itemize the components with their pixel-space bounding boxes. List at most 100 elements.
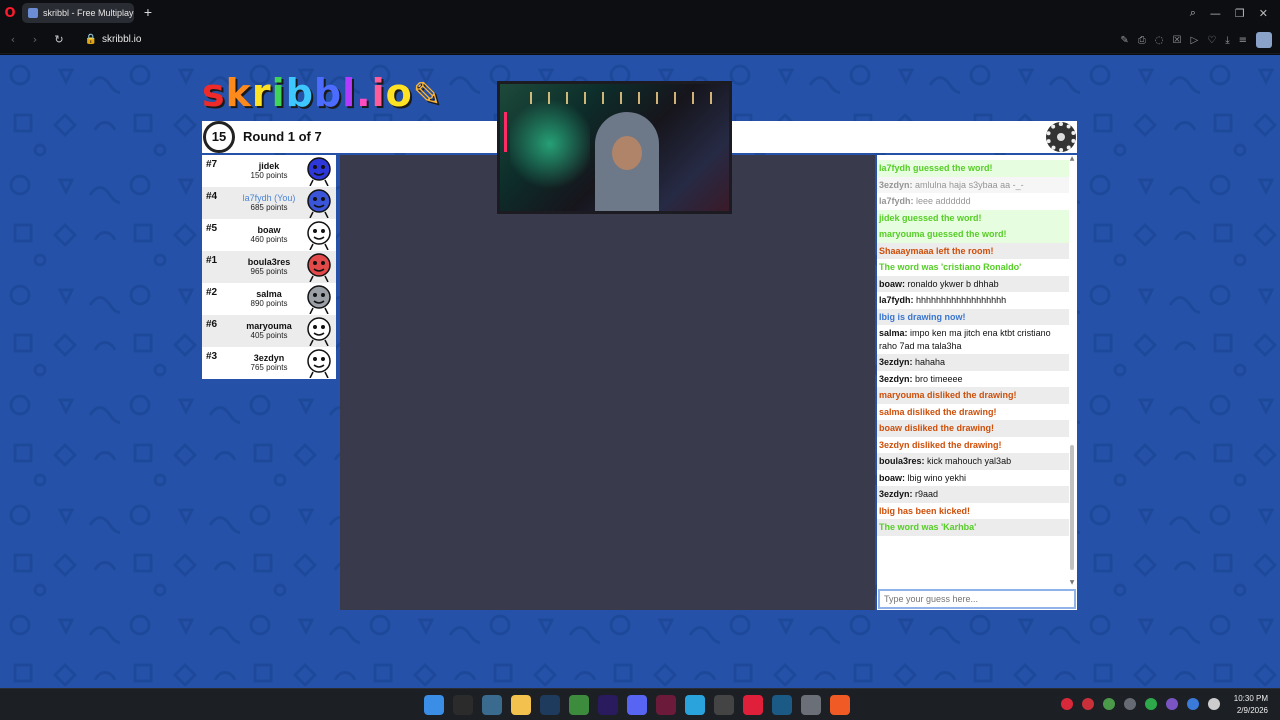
player-info: boula3res 965 points: [232, 257, 306, 276]
gear-icon[interactable]: [1046, 122, 1076, 152]
webcam-green-light: [510, 94, 590, 194]
file-explorer-icon[interactable]: [511, 695, 531, 715]
player-points: 965 points: [250, 267, 288, 276]
player-row[interactable]: #6 maryouma 405 points: [202, 315, 336, 347]
browser-tab[interactable]: skribbl - Free Multiplayer: [22, 3, 134, 23]
skribbl-favicon-icon: [28, 8, 38, 18]
premiere-icon[interactable]: [598, 695, 618, 715]
chat-text: lbig wino yekhi: [907, 472, 967, 483]
player-info: boaw 460 points: [232, 225, 306, 244]
opera-gx-icon[interactable]: [743, 695, 763, 715]
new-tab-button[interactable]: +: [140, 5, 156, 21]
taskbar-apps: [424, 695, 850, 715]
adblock-icon[interactable]: ☒: [1173, 35, 1182, 46]
scroll-thumb[interactable]: [1070, 445, 1074, 570]
player-rank: #5: [206, 223, 218, 234]
snapshot-icon[interactable]: ⎙: [1138, 35, 1146, 46]
webcam-pink-light: [504, 112, 507, 152]
chat-username: 3ezdyn:: [879, 179, 913, 190]
player-points: 890 points: [250, 299, 288, 308]
logo-letter: .: [356, 71, 372, 115]
maximize-icon[interactable]: ❐: [1235, 7, 1245, 20]
chat-text: maryouma guessed the word!: [879, 229, 1007, 239]
player-avatar: [307, 157, 331, 186]
obs-icon[interactable]: [714, 695, 734, 715]
browser-tab-bar: O skribbl - Free Multiplayer + ⌕ — ❐ ✕: [0, 0, 1280, 26]
guess-input[interactable]: [878, 589, 1076, 609]
taskbar-clock[interactable]: 10:30 PM 2/9/2026: [1234, 693, 1268, 717]
logo-letter: l: [342, 71, 357, 115]
opera-logo-icon[interactable]: O: [0, 0, 20, 26]
player-row[interactable]: #1 boula3res 965 points: [202, 251, 336, 283]
scroll-up-icon[interactable]: ▲: [1069, 155, 1075, 163]
windows-taskbar: 10:30 PM 2/9/2026: [0, 688, 1280, 720]
chat-text: hhhhhhhhhhhhhhhhhh: [916, 295, 1007, 305]
chat-message: maryouma guessed the word!: [877, 226, 1069, 243]
back-arrow-icon[interactable]: ‹: [2, 33, 24, 46]
vegas-icon[interactable]: [656, 695, 676, 715]
tray-icon[interactable]: [1124, 698, 1136, 710]
shield-icon[interactable]: ◌: [1155, 35, 1164, 46]
player-row[interactable]: #4 la7fydh (You) 685 points: [202, 187, 336, 219]
logo-letter: k: [225, 71, 252, 115]
player-points: 460 points: [250, 235, 288, 244]
player-rank: #7: [206, 159, 218, 170]
drawing-canvas[interactable]: [340, 155, 875, 610]
chat-message: boula3res: kick mahouch yal3ab: [877, 453, 1069, 470]
player-info: maryouma 405 points: [232, 321, 306, 340]
player-points: 765 points: [250, 363, 288, 372]
chat-message: boaw: ronaldo ykwer b dhhab: [877, 275, 1069, 292]
chat-message: 3ezdyn: r9aad: [877, 486, 1069, 503]
chat-message: salma disliked the drawing!: [877, 404, 1069, 421]
tray-icon[interactable]: [1103, 698, 1115, 710]
pencil-icon: ✎: [412, 75, 443, 115]
chat-message: salma: impo ken ma jitch ena ktbt cristi…: [877, 325, 1069, 354]
system-tray: [1061, 698, 1220, 710]
menu-icon[interactable]: ≡: [1239, 35, 1247, 46]
brave-icon[interactable]: [830, 695, 850, 715]
player-row[interactable]: #7 jidek 150 points: [202, 155, 336, 187]
minimize-icon[interactable]: —: [1210, 7, 1221, 20]
search-icon[interactable]: ⌕: [1190, 6, 1196, 20]
epic-games-icon[interactable]: [453, 695, 473, 715]
telegram-icon[interactable]: [685, 695, 705, 715]
tray-icon[interactable]: [1061, 698, 1073, 710]
chat-text: maryouma disliked the drawing!: [879, 390, 1017, 400]
chat-text: salma disliked the drawing!: [879, 406, 997, 417]
player-rank: #6: [206, 319, 218, 330]
download-icon[interactable]: ⤓: [1225, 35, 1229, 46]
steam-icon[interactable]: [772, 695, 792, 715]
player-name: maryouma: [246, 321, 292, 331]
chat-text: amlulna haja s3ybaa aa -_-: [915, 179, 1024, 190]
snipping-tool-icon[interactable]: [482, 695, 502, 715]
close-icon[interactable]: ✕: [1259, 7, 1268, 20]
forward-arrow-icon[interactable]: ›: [24, 33, 46, 46]
tray-icon[interactable]: [1208, 698, 1220, 710]
chat-scrollbar[interactable]: ▲ ▼: [1069, 155, 1075, 587]
edit-icon[interactable]: ✎: [1120, 35, 1128, 46]
player-row[interactable]: #3 3ezdyn 765 points: [202, 347, 336, 379]
settings-icon[interactable]: [801, 695, 821, 715]
windows-start-icon[interactable]: [424, 695, 444, 715]
chat-message: The word was 'cristiano Ronaldo': [877, 259, 1069, 276]
timer-clock: 15: [203, 121, 235, 153]
url-field[interactable]: skribbl.io: [102, 34, 141, 45]
player-name: boula3res: [247, 257, 291, 267]
heart-icon[interactable]: ♡: [1207, 35, 1216, 46]
reload-icon[interactable]: ↻: [48, 33, 70, 46]
player-points: 685 points: [250, 203, 288, 212]
chat-text: leee adddddd: [916, 196, 971, 206]
tray-icon[interactable]: [1187, 698, 1199, 710]
tray-icon[interactable]: [1166, 698, 1178, 710]
profile-avatar[interactable]: [1256, 32, 1272, 48]
discord-icon[interactable]: [627, 695, 647, 715]
tray-icon[interactable]: [1082, 698, 1094, 710]
player-row[interactable]: #5 boaw 460 points: [202, 219, 336, 251]
player-row[interactable]: #2 salma 890 points: [202, 283, 336, 315]
tray-icon[interactable]: [1145, 698, 1157, 710]
xbox-icon[interactable]: [569, 695, 589, 715]
player-icon[interactable]: ▷: [1191, 35, 1199, 46]
lightroom-icon[interactable]: [540, 695, 560, 715]
scroll-down-icon[interactable]: ▼: [1069, 579, 1075, 587]
webcam-overlay: [497, 81, 732, 214]
